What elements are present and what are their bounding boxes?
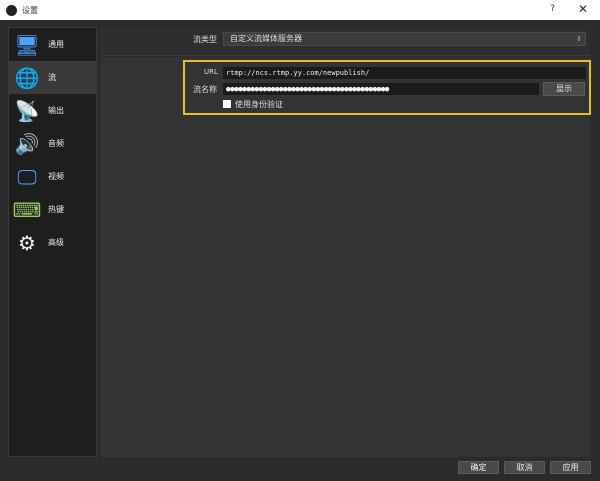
stream-key-label: 流名称 xyxy=(193,85,217,94)
use-auth-label: 使用身份验证 xyxy=(235,100,283,109)
obs-logo-icon xyxy=(6,4,17,16)
sidebar-item-output[interactable]: 📡 输出 xyxy=(9,94,96,127)
video-icon: 🖵 xyxy=(17,164,37,189)
stream-key-input[interactable]: ●●●●●●●●●●●●●●●●●●●●●●●●●●●●●●●●●●●●●●●● xyxy=(223,83,539,95)
sidebar-item-hotkeys[interactable]: ⌨ 热键 xyxy=(9,193,96,226)
chevron-updown-icon: ⇕ xyxy=(576,35,582,43)
close-button[interactable]: ✕ xyxy=(578,2,588,16)
sidebar-item-advanced[interactable]: ⚙ 高级 xyxy=(9,226,96,259)
show-key-button[interactable]: 显示 xyxy=(543,82,585,96)
stream-type-value: 自定义流媒体服务器 xyxy=(230,34,302,43)
cancel-button[interactable]: 取消 xyxy=(504,461,545,474)
apply-button[interactable]: 应用 xyxy=(550,461,591,474)
hotkeys-icon: ⌨ xyxy=(12,197,42,222)
sidebar-item-stream[interactable]: 🌐 流 xyxy=(9,61,96,94)
general-icon: 🖥 xyxy=(14,32,40,57)
audio-icon: 🔊 xyxy=(14,131,40,156)
output-icon: 📡 xyxy=(14,98,40,123)
title-bar: 设置 ? ✕ xyxy=(0,0,600,20)
stream-type-label: 流类型 xyxy=(193,35,217,44)
use-auth-checkbox[interactable] xyxy=(223,100,231,108)
stream-panel xyxy=(100,57,590,457)
url-input[interactable]: rtmp://ncs.rtmp.yy.com/newpublish/ xyxy=(223,67,586,79)
ok-button[interactable]: 确定 xyxy=(458,461,499,474)
sidebar-item-audio[interactable]: 🔊 音频 xyxy=(9,127,96,160)
window-title: 设置 xyxy=(22,5,38,15)
sidebar-item-video[interactable]: 🖵 视频 xyxy=(9,160,96,193)
url-label: URL xyxy=(204,68,218,76)
stream-icon: 🌐 xyxy=(14,65,40,90)
stream-type-select[interactable]: 自定义流媒体服务器 ⇕ xyxy=(223,32,586,46)
advanced-icon: ⚙ xyxy=(18,230,36,255)
settings-sidebar: 🖥 通用 🌐 流 📡 输出 🔊 音频 🖵 视频 ⌨ 热键 ⚙ 高级 xyxy=(8,27,97,457)
help-button[interactable]: ? xyxy=(550,4,555,14)
sidebar-item-general[interactable]: 🖥 通用 xyxy=(9,28,96,61)
